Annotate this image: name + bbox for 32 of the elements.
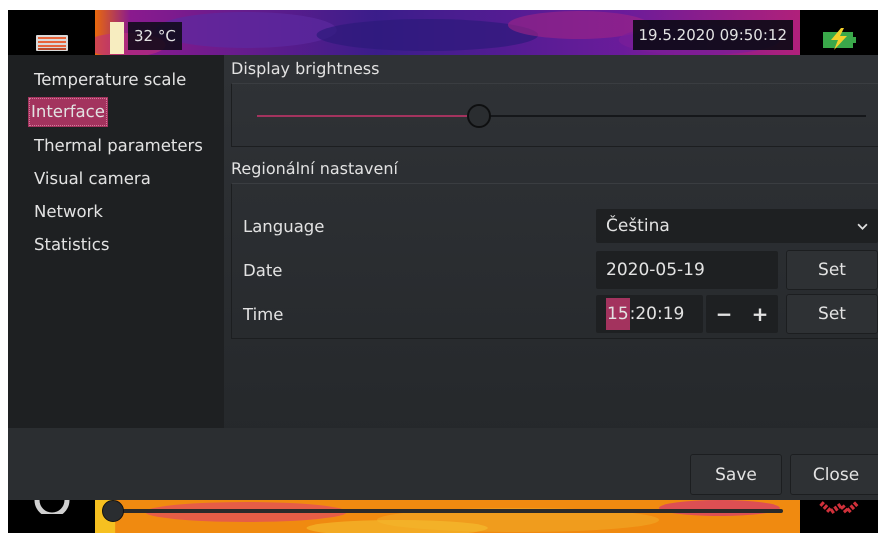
sidebar-item[interactable]: Network (31, 195, 106, 228)
dialog-button[interactable]: Close (790, 454, 878, 495)
date-field[interactable]: 2020-05-19 (596, 251, 778, 289)
group-title: Display brightness (231, 59, 380, 79)
field-label: Language (242, 216, 326, 236)
time-field[interactable]: 15:20:19 (596, 295, 703, 333)
sidebar-item[interactable]: Statistics (31, 228, 112, 261)
field-label: Time (242, 304, 284, 324)
ring-icon[interactable] (34, 500, 70, 514)
slider-thumb[interactable] (467, 104, 492, 128)
sidebar-item[interactable]: Thermal parameters (31, 129, 206, 162)
sidebar-item[interactable]: Temperature scale (31, 63, 190, 96)
chevron-down-icon (857, 222, 868, 230)
sidebar-item[interactable]: Visual camera (31, 162, 154, 195)
hours-segment[interactable]: 15 (606, 298, 630, 330)
set-button[interactable]: Set (786, 294, 878, 334)
battery-charging-icon (821, 28, 857, 50)
temperature-reading: 32 °C (128, 22, 182, 50)
dialog-button[interactable]: Save (690, 454, 782, 495)
temperature-swatch (110, 22, 124, 54)
language-dropdown[interactable]: Čeština (596, 209, 878, 243)
zigzag-icon[interactable] (819, 500, 859, 514)
palette-slider[interactable] (103, 500, 783, 522)
decrement-button[interactable]: − (706, 295, 742, 333)
heater-icon[interactable] (36, 35, 68, 51)
field-label: Date (242, 260, 284, 280)
set-button[interactable]: Set (786, 250, 878, 290)
sidebar-item[interactable]: Interface (28, 97, 108, 127)
group-title: Regionální nastavení (231, 159, 400, 179)
datetime-label: 19.5.2020 09:50:12 (632, 20, 793, 50)
time-value: :20:19 (630, 304, 684, 324)
increment-button[interactable]: + (742, 295, 778, 333)
